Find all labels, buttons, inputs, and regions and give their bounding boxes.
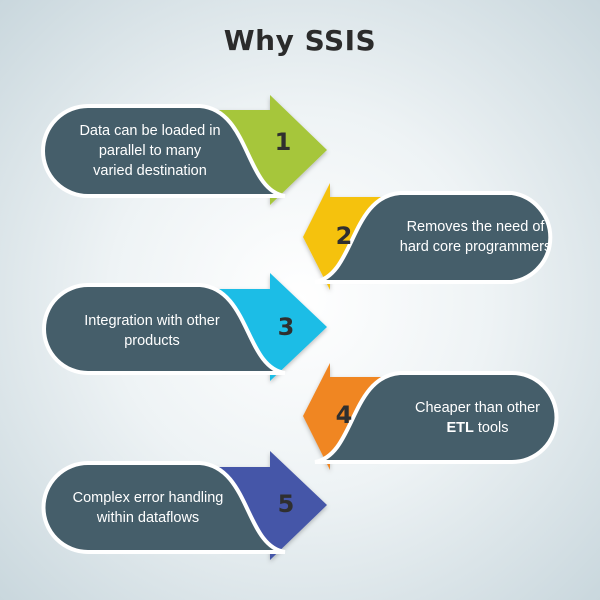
step-4-text: Cheaper than other ETL tools — [385, 398, 570, 438]
step-4-number: 4 — [335, 401, 353, 429]
step-1-line-3: varied destination — [93, 163, 207, 179]
step-4-line-1: Cheaper than other — [415, 400, 540, 416]
step-5-text: Complex error handling within dataflows — [48, 488, 248, 528]
step-3-number: 3 — [277, 313, 295, 341]
step-4-bold: ETL — [446, 420, 474, 436]
step-2-number: 2 — [335, 222, 353, 250]
step-5-line-1: Complex error handling — [72, 490, 224, 506]
step-2-line-2: hard core programmers — [399, 239, 552, 255]
step-1-line-2: parallel to many — [98, 143, 202, 159]
step-4-after-bold: tools — [473, 420, 509, 436]
step-5-number: 5 — [277, 490, 295, 518]
step-2-text: Removes the need of hard core programmer… — [378, 217, 573, 257]
step-3-line-2: products — [124, 333, 180, 349]
step-3-line-1: Integration with other — [84, 313, 220, 329]
step-5-line-2: within dataflows — [96, 510, 200, 526]
step-1-text: Data can be loaded in parallel to many v… — [50, 121, 250, 181]
step-3-text: Integration with other products — [52, 311, 252, 351]
step-2-line-1: Removes the need of — [406, 219, 545, 235]
step-1-number: 1 — [274, 128, 292, 156]
step-4-line-2: ETL tools — [385, 418, 570, 438]
step-1-line-1: Data can be loaded in — [79, 123, 221, 139]
